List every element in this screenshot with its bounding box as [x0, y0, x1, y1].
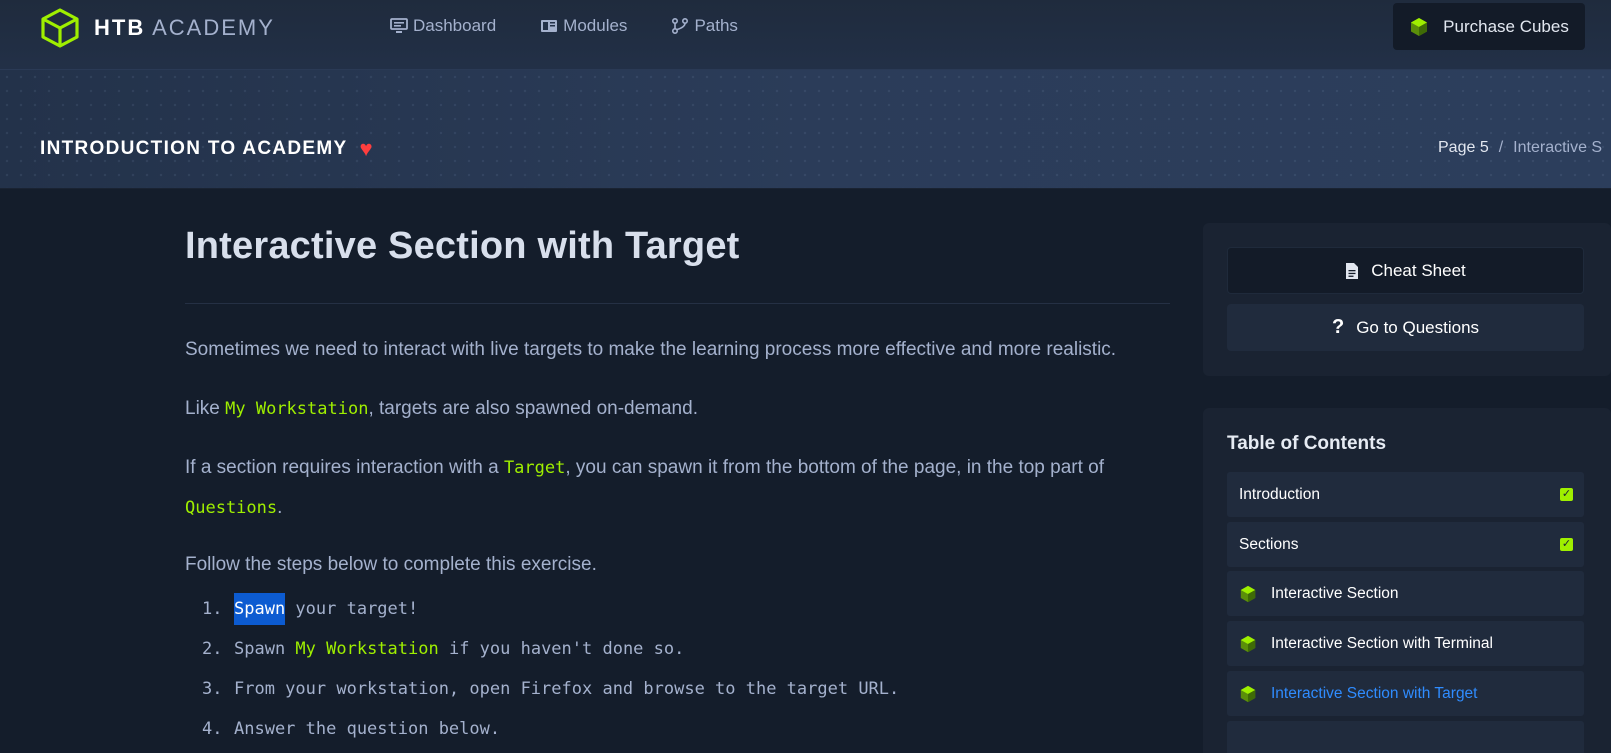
inline-code-my-workstation: My Workstation [295, 639, 439, 659]
course-title: INTRODUCTION TO ACADEMY ♥ [40, 136, 374, 162]
toc-item-label: Introduction [1239, 485, 1320, 503]
paragraph-2-post: , targets are also spawned on-demand. [368, 398, 698, 419]
toc-item-interactive-section-terminal[interactable]: Interactive Section with Terminal [1227, 621, 1584, 666]
step-number: 3. [202, 679, 223, 699]
step-number: 1. [202, 599, 223, 619]
course-title-text: INTRODUCTION TO ACADEMY [40, 138, 348, 159]
paragraph-1: Sometimes we need to interact with live … [185, 339, 1117, 360]
inline-code-target: Target [503, 458, 566, 478]
paragraph-3-post: . [277, 497, 283, 518]
breadcrumb: Page 5 / Interactive S [1438, 139, 1602, 157]
step-number: 4. [202, 719, 223, 739]
nav-dashboard-label: Dashboard [413, 16, 497, 35]
brand-light: ACADEMY [152, 15, 275, 40]
breadcrumb-page[interactable]: Page 5 [1438, 139, 1489, 156]
cube-icon [1240, 585, 1256, 602]
section-content: Interactive Section with Target Sometime… [185, 225, 1175, 739]
selected-text: Spawn [234, 593, 286, 625]
toc-item-sections[interactable]: Sections ✓ [1227, 522, 1584, 567]
nav-modules-label: Modules [563, 16, 628, 35]
list-item: 2. Spawn My Workstation if you haven't do… [202, 629, 899, 669]
breadcrumb-separator: / [1498, 139, 1504, 156]
brand-bold: HTB [94, 15, 146, 40]
step-text: your target! [285, 599, 419, 619]
toc-item-next[interactable] [1227, 721, 1584, 753]
list-item: 3. From your workstation, open Firefox an… [202, 669, 899, 709]
inline-code-questions: Questions [185, 498, 278, 518]
monitor-icon [390, 18, 408, 33]
toc-item-label: Interactive Section with Target [1271, 684, 1478, 702]
list-item: 1. Spawn your target! [202, 589, 899, 629]
toc-item-introduction[interactable]: Introduction ✓ [1227, 472, 1584, 517]
paragraph-4: Follow the steps below to complete this … [185, 554, 597, 575]
breadcrumb-current: Interactive S [1513, 139, 1603, 156]
brand-name: HTB ACADEMY [94, 15, 275, 41]
cube-icon [1240, 685, 1256, 702]
nav-paths-label: Paths [694, 16, 738, 35]
step-text: From your workstation, open Firefox and … [234, 679, 900, 699]
nav-modules[interactable]: Modules [540, 16, 627, 36]
sidebar-actions: Cheat Sheet ? Go to Questions [1203, 223, 1611, 376]
toc-item-label: Sections [1239, 535, 1299, 553]
step-text-pre: Spawn [234, 639, 296, 659]
question-mark-icon: ? [1331, 316, 1345, 338]
top-navbar: HTB ACADEMY Dashboard Modules Paths Purc… [0, 0, 1611, 70]
toc-item-label: Interactive Section [1271, 584, 1399, 602]
toc-item-label: Interactive Section with Terminal [1271, 634, 1493, 652]
step-text: Answer the question below. [234, 719, 501, 739]
title-divider [185, 303, 1170, 304]
paragraph-2-pre: Like [185, 398, 226, 419]
paragraph-3-mid: , you can spawn it from the bottom of th… [565, 457, 1105, 478]
checkbox-checked-icon: ✓ [1560, 488, 1573, 501]
section-title: Interactive Section with Target [185, 225, 740, 267]
paragraph-2: Like My Workstation, targets are also sp… [185, 389, 698, 429]
checkbox-checked-icon: ✓ [1560, 538, 1573, 551]
nav-paths[interactable]: Paths [671, 16, 738, 36]
paths-icon [672, 18, 689, 34]
book-icon [541, 20, 558, 32]
main-nav: Dashboard Modules Paths [390, 16, 738, 36]
inline-code-my-workstation: My Workstation [225, 399, 369, 419]
toc-item-interactive-section-target[interactable]: Interactive Section with Target [1227, 671, 1584, 716]
toc-title: Table of Contents [1227, 433, 1387, 454]
purchase-cubes-button[interactable]: Purchase Cubes [1393, 3, 1585, 50]
module-header [0, 70, 1611, 189]
step-number: 2. [202, 639, 223, 659]
cube-icon [1411, 17, 1428, 36]
purchase-cubes-label: Purchase Cubes [1443, 16, 1569, 36]
go-to-questions-button[interactable]: ? Go to Questions [1227, 304, 1584, 351]
steps-list: 1. Spawn your target! 2. Spawn My Workstat… [202, 589, 899, 749]
cube-icon [1240, 635, 1256, 652]
step-text: if you haven't done so. [438, 639, 685, 659]
paragraph-3-pre: If a section requires interaction with a [185, 457, 504, 478]
nav-dashboard[interactable]: Dashboard [390, 16, 496, 36]
world-map-background [0, 70, 1611, 188]
htb-cube-logo-icon [41, 8, 79, 48]
heart-icon[interactable]: ♥ [360, 136, 374, 162]
toc-item-interactive-section[interactable]: Interactive Section [1227, 571, 1584, 616]
htb-logo[interactable]: HTB ACADEMY [40, 8, 275, 48]
cheat-sheet-button[interactable]: Cheat Sheet [1227, 247, 1584, 294]
go-to-questions-label: Go to Questions [1356, 317, 1480, 337]
document-icon [1346, 262, 1359, 279]
paragraph-3: If a section requires interaction with a… [185, 448, 1170, 528]
list-item: 4. Answer the question below. [202, 709, 899, 749]
table-of-contents: Table of Contents Introduction ✓ Section… [1203, 408, 1611, 753]
cheat-sheet-label: Cheat Sheet [1371, 260, 1466, 280]
